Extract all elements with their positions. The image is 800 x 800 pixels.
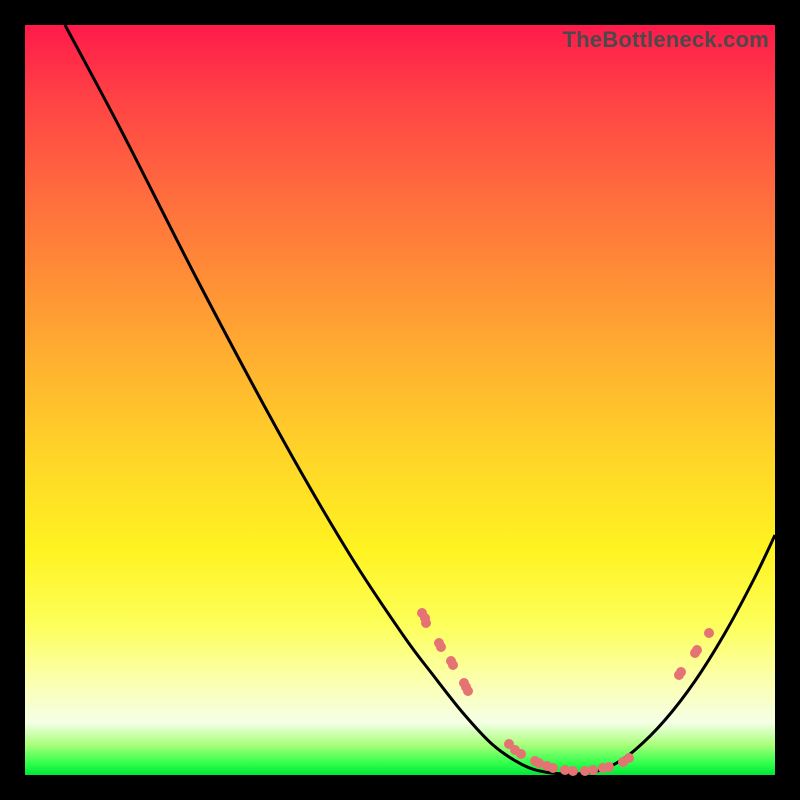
curve-dot — [676, 667, 686, 677]
curve-line — [65, 25, 775, 774]
curve-dot — [421, 618, 431, 628]
curve-dots — [417, 608, 714, 776]
curve-dot — [448, 660, 458, 670]
chart-frame: TheBottleneck.com — [25, 25, 775, 775]
curve-dot — [624, 753, 634, 763]
curve-dot — [692, 645, 702, 655]
bottleneck-curve — [25, 25, 775, 775]
curve-dot — [704, 628, 714, 638]
curve-dot — [548, 763, 558, 773]
curve-dot — [604, 762, 614, 772]
curve-dot — [516, 749, 526, 759]
curve-dot — [436, 642, 446, 652]
curve-dot — [588, 765, 598, 775]
curve-dot — [568, 766, 578, 776]
curve-dot — [463, 686, 473, 696]
